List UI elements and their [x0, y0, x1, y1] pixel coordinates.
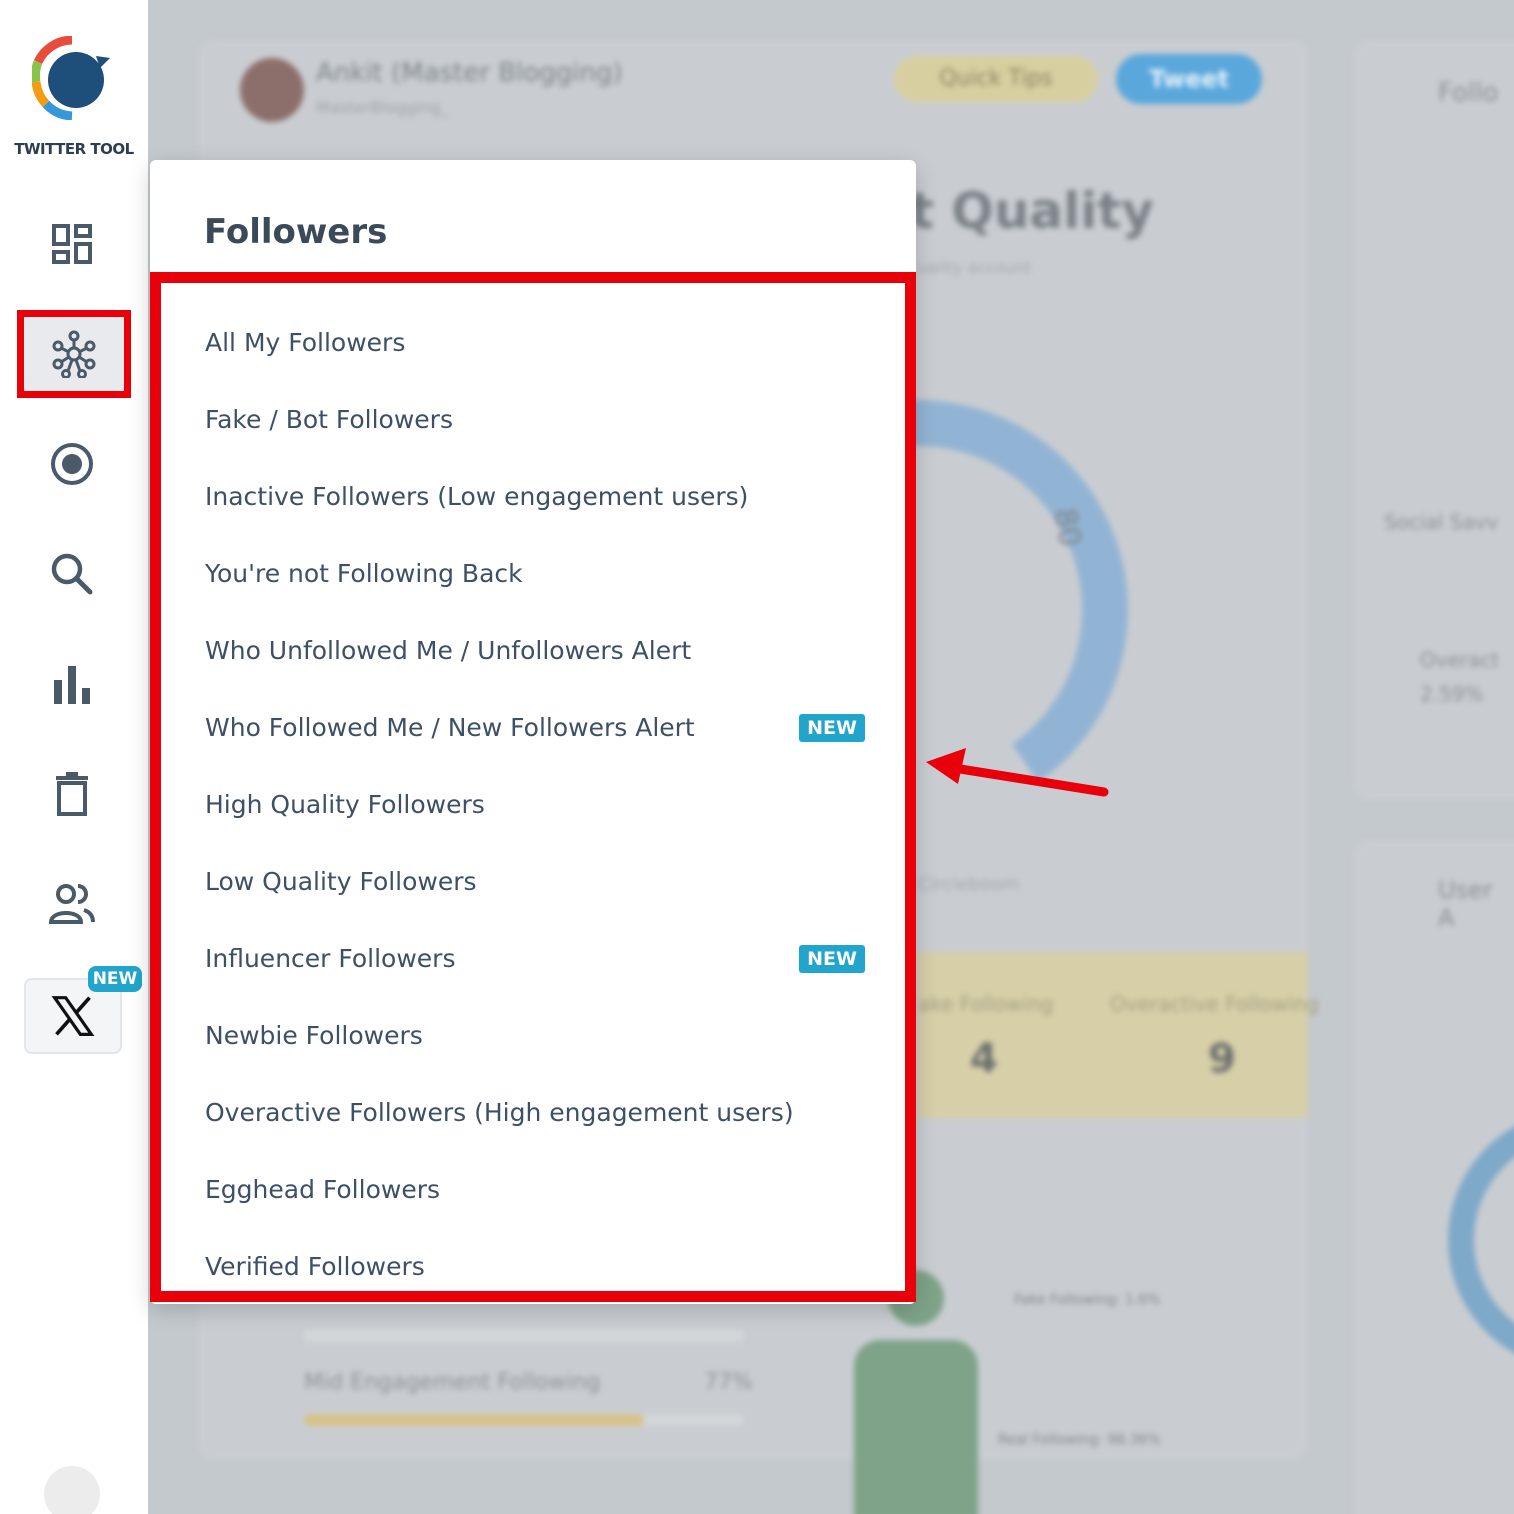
tweet-button[interactable]: Tweet	[1116, 54, 1262, 104]
sidebar-item-monitor[interactable]	[24, 424, 120, 504]
menu-item[interactable]: Who Unfollowed Me / Unfollowers Alert	[205, 612, 865, 689]
menu-item-label: Overactive Followers (High engagement us…	[205, 1098, 794, 1127]
fake-following-label: ake Following	[918, 992, 1054, 1016]
new-badge: NEW	[799, 713, 865, 742]
sidebar-item-analytics[interactable]	[24, 644, 120, 724]
following-stats-box	[918, 952, 1308, 1118]
engagement-bar	[304, 1330, 744, 1342]
bar-chart-icon	[54, 666, 90, 704]
menu-item-label: Egghead Followers	[205, 1175, 440, 1204]
menu-item[interactable]: Newbie Followers	[205, 997, 865, 1074]
social-savvy-label: Social Savv	[1384, 510, 1499, 534]
users-icon	[48, 884, 95, 924]
quality-subheading: uality account	[918, 258, 1032, 277]
menu-item-label: Verified Followers	[205, 1252, 425, 1281]
new-badge: NEW	[799, 944, 865, 973]
quick-tips-button[interactable]: Quick Tips	[894, 56, 1098, 102]
app-logo[interactable]	[30, 35, 112, 121]
overactive-following-label: Overactive Following	[1110, 992, 1319, 1016]
overactive-following-value: 9	[1208, 1036, 1236, 1082]
menu-item[interactable]: Low Quality Followers	[205, 843, 865, 920]
menu-item-label: Newbie Followers	[205, 1021, 423, 1050]
sidebar-item-followers[interactable]	[17, 310, 131, 398]
person-icon-body	[854, 1340, 978, 1514]
x-new-badge: NEW	[88, 966, 142, 992]
followers-menu: All My Followers Fake / Bot Followers Inac…	[205, 304, 865, 1305]
circleboom-label: Circleboom	[918, 874, 1020, 895]
logo-icon	[30, 35, 110, 121]
menu-item-label: You're not Following Back	[205, 559, 523, 588]
user-name: Ankit (Master Blogging)	[316, 58, 623, 88]
sidebar-item-dashboard[interactable]	[24, 204, 120, 284]
sidebar: TWITTER TOOL NEW	[0, 0, 148, 1514]
fake-following-text: Fake Following: 1.6%	[1014, 1292, 1161, 1308]
menu-item[interactable]: Influencer Followers NEW	[205, 920, 865, 997]
real-following-text: Real Following: 98.36%	[998, 1432, 1161, 1448]
menu-item-label: Low Quality Followers	[205, 867, 477, 896]
logo-text: TWITTER TOOL	[14, 140, 134, 158]
menu-item[interactable]: Verified Followers	[205, 1228, 865, 1305]
sidebar-item-search[interactable]	[24, 534, 120, 614]
menu-item[interactable]: All My Followers	[205, 304, 865, 381]
network-hub-icon	[52, 330, 96, 378]
sidebar-item-users[interactable]	[24, 864, 120, 944]
followers-dropdown: Followers All My Followers Fake / Bot Fol…	[150, 160, 916, 1304]
overactive-label: Overact	[1420, 648, 1500, 672]
mid-engagement-label: Mid Engagement Following	[304, 1370, 601, 1395]
quality-heading: t Quality	[910, 182, 1154, 240]
menu-item-label: Inactive Followers (Low engagement users…	[205, 482, 749, 511]
annotation-arrow-icon	[926, 748, 1109, 797]
user-avatar	[240, 58, 304, 122]
menu-item[interactable]: Inactive Followers (Low engagement users…	[205, 458, 865, 535]
menu-item[interactable]: Overactive Followers (High engagement us…	[205, 1074, 865, 1151]
menu-item[interactable]: You're not Following Back	[205, 535, 865, 612]
right-card-title: Follo	[1438, 78, 1499, 108]
overactive-value: 2.59%	[1420, 682, 1484, 706]
menu-item[interactable]: Egghead Followers	[205, 1151, 865, 1228]
gauge-label: 80	[1046, 505, 1088, 550]
menu-item[interactable]: Fake / Bot Followers	[205, 381, 865, 458]
user-handle: MasterBlogging_	[316, 98, 449, 117]
x-logo-icon	[51, 996, 95, 1036]
panel-title: Followers	[204, 212, 388, 252]
menu-item-label: Who Followed Me / New Followers Alert	[205, 713, 695, 742]
trash-icon	[56, 772, 88, 816]
fake-following-value: 4	[970, 1036, 998, 1082]
mid-engagement-percent: 77%	[704, 1370, 753, 1395]
radio-target-icon	[51, 443, 93, 485]
menu-item[interactable]: Who Followed Me / New Followers Alert NEW	[205, 689, 865, 766]
profile-avatar[interactable]	[44, 1466, 100, 1514]
menu-item[interactable]: High Quality Followers	[205, 766, 865, 843]
menu-item-label: High Quality Followers	[205, 790, 485, 819]
menu-item-label: All My Followers	[205, 328, 406, 357]
sidebar-item-delete[interactable]	[24, 754, 120, 834]
menu-item-label: Who Unfollowed Me / Unfollowers Alert	[205, 636, 692, 665]
mid-engagement-bar	[304, 1414, 744, 1426]
dashboard-icon	[52, 224, 92, 264]
menu-item-label: Fake / Bot Followers	[205, 405, 453, 434]
user-activity-title: User A	[1438, 876, 1493, 932]
search-icon	[51, 553, 93, 595]
menu-item-label: Influencer Followers	[205, 944, 456, 973]
